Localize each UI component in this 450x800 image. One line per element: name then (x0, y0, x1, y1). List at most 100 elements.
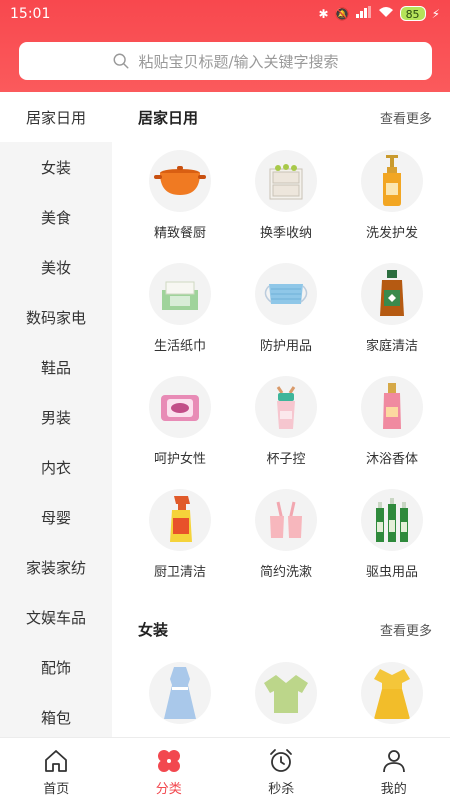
storage-drawer-icon (255, 150, 317, 212)
wifi-icon (378, 6, 394, 21)
sidebar-item-entertainment-car[interactable]: 文娱车品 (0, 592, 112, 642)
subcategory-item[interactable]: 防护用品 (233, 253, 339, 366)
nav-label: 我的 (380, 782, 407, 797)
sidebar-item-home-goods[interactable]: 居家日用 (0, 92, 112, 142)
sidebar-item-shoes[interactable]: 鞋品 (0, 342, 112, 392)
nav-home[interactable]: 首页 (0, 738, 113, 800)
user-icon (382, 750, 405, 773)
charging-icon: ⚡ (431, 6, 440, 21)
sidebar-item-label: 母婴 (40, 508, 71, 527)
alarm-clock-icon (270, 749, 293, 772)
header-bar: 15:01 ✱ 🔕 85 ⚡ 粘贴宝贝标题/输入关键字搜索 (0, 0, 450, 92)
toothbrush-cup-icon (255, 489, 317, 551)
subcategory-item[interactable]: 厨卫清洁 (127, 479, 233, 592)
signal-icon (355, 6, 372, 21)
shirt-green-icon (255, 662, 317, 724)
sidebar-item-label: 箱包 (40, 708, 71, 727)
dress-yellow-icon (361, 662, 423, 724)
nav-flash-sale[interactable]: 秒杀 (225, 738, 338, 800)
subcategory-item[interactable]: 精致餐厨 (127, 140, 233, 253)
sidebar-item-accessories[interactable]: 配饰 (0, 642, 112, 692)
sidebar-item-label: 文娱车品 (25, 608, 86, 627)
section-header: 居家日用 查看更多 (112, 92, 450, 140)
subcategory-label: 家庭清洁 (365, 339, 418, 354)
sidebar-item-beauty[interactable]: 美妆 (0, 242, 112, 292)
section-home-goods: 居家日用 查看更多 精致餐厨 换季收纳 洗发护发 生活纸巾 防护用品 家庭清洁 … (112, 92, 450, 592)
battery-indicator: 85 (399, 6, 426, 21)
view-more-link[interactable]: 查看更多 (380, 108, 432, 127)
home-icon (45, 750, 68, 772)
status-time: 15:01 (10, 6, 51, 22)
nav-category[interactable]: 分类 (113, 738, 226, 800)
sidebar-item-baby[interactable]: 母婴 (0, 492, 112, 542)
status-icons: ✱ 🔕 85 ⚡ (319, 6, 440, 21)
shampoo-icon (361, 150, 423, 212)
sidebar-item-electronics[interactable]: 数码家电 (0, 292, 112, 342)
body-mist-icon (361, 376, 423, 438)
sidebar-item-food[interactable]: 美食 (0, 192, 112, 242)
search-placeholder: 粘贴宝贝标题/输入关键字搜索 (138, 52, 339, 71)
sidebar-item-label: 美妆 (40, 258, 71, 277)
subcategory-label: 精致餐厨 (153, 226, 206, 241)
subcategory-item[interactable]: 洗发护发 (339, 140, 445, 253)
bottom-nav: 首页 分类 秒杀 我的 (0, 737, 450, 800)
subcategory-label: 洗发护发 (365, 226, 418, 241)
sidebar-item-label: 美食 (40, 208, 71, 227)
status-bar: 15:01 ✱ 🔕 85 ⚡ (0, 0, 450, 30)
subcategory-item[interactable]: 生活纸巾 (127, 253, 233, 366)
category-content: 居家日用 查看更多 精致餐厨 换季收纳 洗发护发 生活纸巾 防护用品 家庭清洁 … (112, 92, 450, 737)
subcategory-label: 驱虫用品 (365, 565, 418, 580)
bluetooth-icon: ✱ (318, 6, 329, 21)
section-header: 女装 查看更多 (112, 604, 450, 652)
subcategory-item[interactable]: 驱虫用品 (339, 479, 445, 592)
section-title: 居家日用 (138, 109, 199, 127)
sidebar-item-label: 女装 (40, 158, 71, 177)
sidebar-item-mens-wear[interactable]: 男装 (0, 392, 112, 442)
search-icon (113, 53, 129, 69)
nav-profile[interactable]: 我的 (338, 738, 450, 800)
subcategory-item[interactable] (339, 652, 445, 737)
subcategory-item[interactable] (233, 652, 339, 737)
subcategory-label: 杯子控 (266, 452, 306, 467)
subcategory-label: 沐浴香体 (365, 452, 418, 467)
sidebar-item-underwear[interactable]: 内衣 (0, 442, 112, 492)
section-title: 女装 (138, 621, 169, 639)
sidebar-item-label: 家装家纺 (25, 558, 86, 577)
subcategory-item[interactable] (127, 652, 233, 737)
subcategory-item[interactable]: 呵护女性 (127, 366, 233, 479)
section-womens-wear: 女装 查看更多 (112, 604, 450, 737)
insect-repellent-icon (361, 489, 423, 551)
mask-icon (255, 263, 317, 325)
sidebar-item-home-textiles[interactable]: 家装家纺 (0, 542, 112, 592)
subcategory-label: 厨卫清洁 (153, 565, 206, 580)
sidebar-item-label: 男装 (40, 408, 71, 427)
subcategory-item[interactable]: 换季收纳 (233, 140, 339, 253)
subcategory-item[interactable]: 杯子控 (233, 366, 339, 479)
subcategory-item[interactable]: 沐浴香体 (339, 366, 445, 479)
sidebar-item-womens-wear[interactable]: 女装 (0, 142, 112, 192)
sidebar-item-label: 居家日用 (25, 108, 86, 127)
subcategory-item[interactable]: 家庭清洁 (339, 253, 445, 366)
subcategory-label: 生活纸巾 (153, 339, 206, 354)
disinfectant-icon (361, 263, 423, 325)
category-icon (157, 750, 180, 772)
sanitary-pad-icon (149, 376, 211, 438)
sidebar-item-label: 数码家电 (25, 308, 86, 327)
cookware-icon (149, 150, 211, 212)
mute-icon: 🔕 (334, 6, 350, 21)
sidebar-item-label: 鞋品 (40, 358, 71, 377)
category-sidebar: 居家日用 女装 美食 美妆 数码家电 鞋品 男装 内衣 母婴 家装家纺 文娱车品… (0, 92, 112, 737)
nav-label: 秒杀 (268, 782, 295, 797)
subcategory-item[interactable]: 简约洗漱 (233, 479, 339, 592)
dress-blue-icon (149, 662, 211, 724)
sidebar-item-label: 配饰 (40, 658, 71, 677)
subcategory-label: 换季收纳 (259, 226, 312, 241)
spray-cleaner-icon (149, 489, 211, 551)
sidebar-item-bags[interactable]: 箱包 (0, 692, 112, 737)
search-input[interactable]: 粘贴宝贝标题/输入关键字搜索 (19, 42, 432, 80)
subcategory-grid (112, 652, 450, 737)
subcategory-label: 防护用品 (259, 339, 312, 354)
nav-label: 分类 (155, 782, 182, 797)
sidebar-item-label: 内衣 (40, 458, 71, 477)
view-more-link[interactable]: 查看更多 (380, 620, 432, 639)
